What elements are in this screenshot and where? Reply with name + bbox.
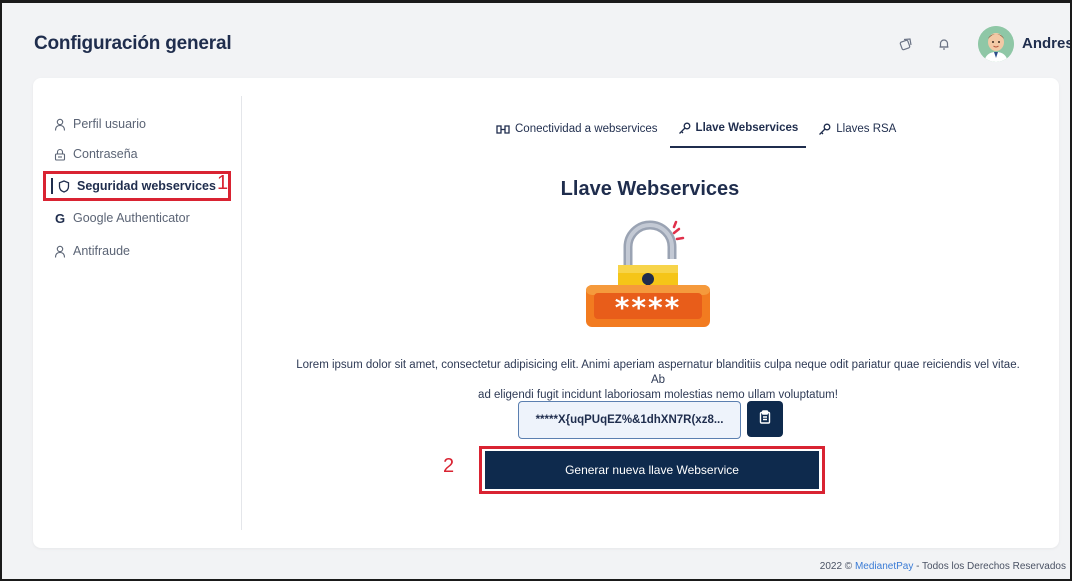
page-title: Configuración general: [34, 33, 232, 54]
generate-new-key-button[interactable]: Generar nueva llave Webservice: [485, 451, 819, 489]
sidebar-item-label: Antifraude: [73, 244, 130, 258]
description-line-1: Lorem ipsum dolor sit amet, consectetur …: [296, 359, 1020, 386]
footer-suffix: - Todos los Derechos Reservados: [913, 561, 1066, 572]
sidebar-item-label: Perfil usuario: [73, 117, 146, 131]
lock-icon: [53, 148, 67, 161]
tab-conectividad-webservices[interactable]: Conectividad a webservices: [488, 118, 666, 148]
footer: 2022 © MedianetPay - Todos los Derechos …: [820, 561, 1066, 572]
callout-number-2: 2: [443, 455, 455, 477]
top-bar: Configuración general Andres: [2, 3, 1072, 78]
tab-label: Llave Webservices: [695, 122, 799, 134]
google-icon: G: [54, 210, 66, 226]
section-title: Llave Webservices: [560, 178, 740, 200]
sidebar-item-label: Google Authenticator: [73, 211, 190, 225]
user-name[interactable]: Andres: [1022, 35, 1072, 52]
sidebar-item-antifraude[interactable]: Antifraude: [53, 241, 130, 261]
key-icon: [678, 122, 691, 135]
webservice-key-field[interactable]: *****X{uqPUqEZ%&1dhXN7R(xz8...: [518, 401, 741, 439]
sidebar-item-label: Contraseña: [73, 147, 138, 161]
key-icon: [818, 123, 831, 136]
avatar[interactable]: [978, 26, 1014, 62]
sidebar-item-perfil-usuario[interactable]: Perfil usuario: [53, 114, 146, 134]
svg-text:****: ****: [615, 291, 682, 324]
user-icon: [53, 118, 67, 131]
connect-icon: [496, 124, 510, 135]
footer-brand-link[interactable]: MedianetPay: [855, 561, 913, 572]
tab-label: Conectividad a webservices: [515, 123, 658, 135]
tab-llaves-rsa[interactable]: Llaves RSA: [810, 118, 904, 148]
lock-password-illustration: ****: [582, 219, 714, 331]
footer-prefix: 2022 ©: [819, 561, 855, 572]
settings-card: Perfil usuario Contraseña Seguridad webs…: [33, 78, 1059, 548]
tab-bar: Conectividad a webservices Llave Webserv…: [488, 118, 908, 148]
sidebar-item-contrasena[interactable]: Contraseña: [53, 144, 138, 164]
sidebar-divider: [241, 96, 242, 530]
user-icon: [53, 245, 67, 258]
clipboard-icon: [759, 409, 771, 429]
tag-icon[interactable]: [897, 35, 915, 53]
tab-llave-webservices[interactable]: Llave Webservices: [669, 118, 807, 148]
tab-label: Llaves RSA: [836, 123, 897, 135]
bell-icon[interactable]: [935, 35, 953, 53]
copy-key-button[interactable]: [747, 401, 783, 437]
description-text: Lorem ipsum dolor sit amet, consectetur …: [293, 358, 1023, 403]
sidebar-item-google-authenticator[interactable]: G Google Authenticator: [53, 208, 190, 228]
settings-sidebar: Perfil usuario Contraseña Seguridad webs…: [33, 78, 241, 548]
